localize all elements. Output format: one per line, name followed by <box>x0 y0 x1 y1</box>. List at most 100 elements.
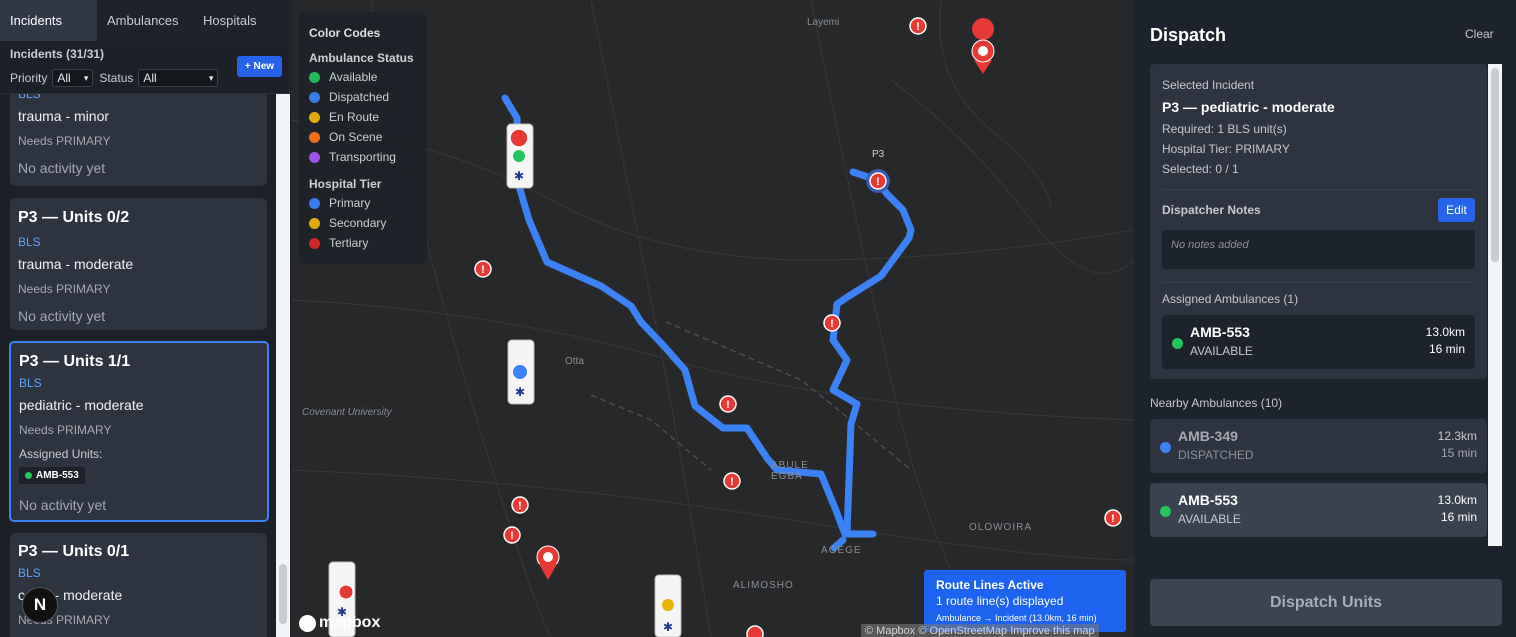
incident-need: Needs PRIMARY <box>19 423 112 437</box>
edit-notes-button[interactable]: Edit <box>1438 198 1475 222</box>
selected-incident-title: P3 — pediatric - moderate <box>1162 99 1335 115</box>
legend-dot <box>309 71 320 83</box>
route-line <box>501 94 915 538</box>
incident-type: BLS <box>18 235 41 249</box>
incident-type: BLS <box>18 94 41 101</box>
assigned-ambulances-label: Assigned Ambulances (1) <box>1162 292 1299 306</box>
status-dot <box>1160 506 1171 517</box>
scrollbar-thumb[interactable] <box>279 564 287 624</box>
tab-hospitals[interactable]: Hospitals <box>193 0 266 41</box>
hospital-tier: Hospital Tier: PRIMARY <box>1162 142 1290 156</box>
legend-item-dispatched: Dispatched <box>309 87 417 107</box>
incidents-panel: Incidents Ambulances Hospitals Incidents… <box>0 0 290 637</box>
legend-dot <box>309 237 320 249</box>
place-label-agege: AGEGE <box>821 545 862 556</box>
unit-name: AMB-553 <box>36 470 79 481</box>
incident-card[interactable]: P3 — Units 0/1 BLS c ic - moderate Needs… <box>10 533 267 637</box>
ambulance-name: AMB-553 <box>1190 324 1250 340</box>
legend-hospital-title: Hospital Tier <box>309 177 382 191</box>
incident-card[interactable]: BLS trauma - minor Needs PRIMARY No acti… <box>10 94 267 186</box>
incident-list-scrollbar[interactable] <box>276 94 290 637</box>
map-view[interactable]: Layemi Otta Covenant University ABULE EG… <box>291 0 1134 637</box>
dispatch-scroll-area[interactable]: Selected Incident P3 — pediatric - moder… <box>1150 64 1502 546</box>
legend-ambulance-list: Available Dispatched En Route On Scene T… <box>309 67 417 167</box>
status-dot <box>25 472 32 479</box>
clear-button[interactable]: Clear <box>1465 27 1494 41</box>
status-select[interactable]: All ▾ <box>138 69 219 87</box>
mapbox-logo[interactable]: mapbox <box>299 614 380 632</box>
incident-activity: No activity yet <box>19 497 107 513</box>
ambulance-eta: 16 min <box>1428 342 1465 356</box>
incident-desc: trauma - minor <box>18 108 110 124</box>
legend-dot <box>309 131 320 143</box>
ambulance-eta: 15 min <box>1440 446 1477 460</box>
place-label-olowoira: OLOWOIRA <box>969 522 1033 533</box>
tab-incidents[interactable]: Incidents <box>0 0 97 41</box>
legend-item-secondary: Secondary <box>309 213 417 233</box>
legend-dot <box>309 111 320 123</box>
incident-title: P3 — Units 0/1 <box>18 543 130 560</box>
map-attribution[interactable]: © Mapbox © OpenStreetMap Improve this ma… <box>861 624 1099 637</box>
incident-card-selected[interactable]: P3 — Units 1/1 BLS pediatric - moderate … <box>9 341 269 522</box>
incident-desc: pediatric - moderate <box>19 397 144 413</box>
mapbox-icon <box>299 614 316 632</box>
app-root: Incidents Ambulances Hospitals Incidents… <box>0 0 1516 637</box>
divider <box>1162 282 1475 283</box>
incident-title: P3 — Units 0/2 <box>18 209 130 226</box>
status-value: All <box>143 71 157 85</box>
dispatcher-notes[interactable]: No notes added <box>1162 230 1475 269</box>
selected-incident-label: Selected Incident <box>1162 78 1255 92</box>
legend-item-on-scene: On Scene <box>309 127 417 147</box>
divider <box>1162 189 1475 190</box>
place-label-alimosho: ALIMOSHO <box>733 580 794 591</box>
ambulance-status: AVAILABLE <box>1178 512 1241 526</box>
place-label-covenant: Covenant University <box>302 407 392 418</box>
ambulance-distance: 12.3km <box>1437 429 1477 443</box>
incident-card[interactable]: P3 — Units 0/2 BLS trauma - moderate Nee… <box>10 198 267 330</box>
nearby-ambulance-card[interactable]: AMB-349 DISPATCHED 12.3km 15 min <box>1150 419 1487 473</box>
route-detail: Ambulance → Incident (13.0km, 16 min) <box>936 613 1097 623</box>
ambulance-distance: 13.0km <box>1425 325 1465 339</box>
chevron-down-icon: ▾ <box>208 72 214 83</box>
tab-ambulances[interactable]: Ambulances <box>97 0 193 41</box>
dispatch-scrollbar[interactable] <box>1488 64 1502 546</box>
ambulance-name: AMB-349 <box>1178 428 1238 444</box>
legend-dot <box>309 217 320 229</box>
new-incident-button[interactable]: + New <box>237 56 282 77</box>
ambulance-distance: 13.0km <box>1437 493 1477 507</box>
place-label-otta: Otta <box>565 356 584 367</box>
ambulance-status: AVAILABLE <box>1190 344 1253 358</box>
chevron-down-icon: ▾ <box>83 72 89 83</box>
selected-incident-box: Selected Incident P3 — pediatric - moder… <box>1150 64 1487 379</box>
place-label-layemi: Layemi <box>807 17 840 28</box>
legend-item-en-route: En Route <box>309 107 417 127</box>
dispatcher-notes-label: Dispatcher Notes <box>1162 203 1261 217</box>
legend-item-primary: Primary <box>309 193 417 213</box>
n-logo-badge[interactable]: N <box>22 587 58 623</box>
nearby-ambulance-card[interactable]: AMB-553 AVAILABLE 13.0km 16 min <box>1150 483 1487 537</box>
status-label: Status <box>99 71 134 85</box>
incident-type: BLS <box>19 376 42 390</box>
scrollbar-thumb[interactable] <box>1491 68 1499 262</box>
assigned-ambulance-card[interactable]: AMB-553 AVAILABLE 13.0km 16 min <box>1162 315 1475 369</box>
priority-value: All <box>57 71 71 85</box>
legend-dot <box>309 197 320 209</box>
legend-item-tertiary: Tertiary <box>309 233 417 253</box>
incident-need: Needs PRIMARY <box>18 134 111 148</box>
incident-title: P3 — Units 1/1 <box>19 353 131 370</box>
assigned-units-label: Assigned Units: <box>19 447 103 461</box>
required-units: Required: 1 BLS unit(s) <box>1162 122 1287 136</box>
ambulance-eta: 16 min <box>1440 510 1477 524</box>
incident-pin-label: P3 <box>872 149 885 160</box>
route-title: Route Lines Active <box>936 578 1044 592</box>
unit-badge[interactable]: AMB-553 <box>19 467 85 484</box>
dispatch-panel: Dispatch Clear Selected Incident P3 — pe… <box>1134 0 1516 637</box>
status-dot <box>1160 442 1171 453</box>
dispatch-units-button[interactable]: Dispatch Units <box>1150 579 1502 626</box>
incident-list: BLS trauma - minor Needs PRIMARY No acti… <box>0 94 290 637</box>
priority-select[interactable]: All ▾ <box>52 69 94 87</box>
incident-need: Needs PRIMARY <box>18 282 111 296</box>
legend-item-available: Available <box>309 67 417 87</box>
tab-bar: Incidents Ambulances Hospitals <box>0 0 289 41</box>
legend-dot <box>309 91 320 103</box>
